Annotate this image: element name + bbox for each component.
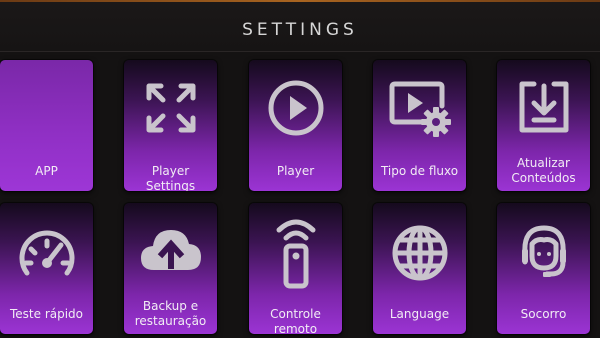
tile-teste-rapido[interactable]: Teste rápido — [0, 203, 93, 334]
tile-controle-remoto[interactable]: Controle remoto — [249, 203, 342, 334]
video-settings-icon — [373, 70, 466, 146]
tile-atualizar-conteudos[interactable]: Atualizar Conteúdos — [497, 60, 590, 191]
download-tray-icon — [497, 70, 590, 146]
tile-label: Language — [389, 307, 450, 321]
tile-label: APP — [35, 164, 58, 178]
tile-label: Teste rápido — [9, 307, 84, 321]
play-circle-icon — [249, 70, 342, 146]
tile-label: Player — [276, 164, 315, 178]
tile-app[interactable]: APP — [0, 60, 93, 191]
tile-label: Tipo de fluxo — [380, 164, 459, 178]
tile-socorro[interactable]: Socorro — [497, 203, 590, 334]
tile-label: Player Settings — [145, 164, 196, 191]
support-headset-icon — [497, 215, 590, 291]
tile-label: Backup e restauração — [134, 299, 207, 328]
tile-label: Atualizar Conteúdos — [511, 156, 576, 185]
remote-control-icon — [249, 215, 342, 291]
tile-label: Socorro — [520, 307, 567, 321]
settings-grid: APP Player Settings Player Tipo de fluxo… — [0, 0, 600, 338]
speedometer-icon — [0, 217, 93, 293]
cloud-upload-icon — [124, 213, 217, 289]
tile-language[interactable]: Language — [373, 203, 466, 334]
tile-player-settings[interactable]: Player Settings — [124, 60, 217, 191]
expand-arrows-icon — [124, 70, 217, 146]
globe-icon — [373, 215, 466, 291]
tile-backup-restauracao[interactable]: Backup e restauração — [124, 203, 217, 334]
tile-tipo-de-fluxo[interactable]: Tipo de fluxo — [373, 60, 466, 191]
tile-label: Controle remoto — [270, 307, 321, 334]
tile-player[interactable]: Player — [249, 60, 342, 191]
